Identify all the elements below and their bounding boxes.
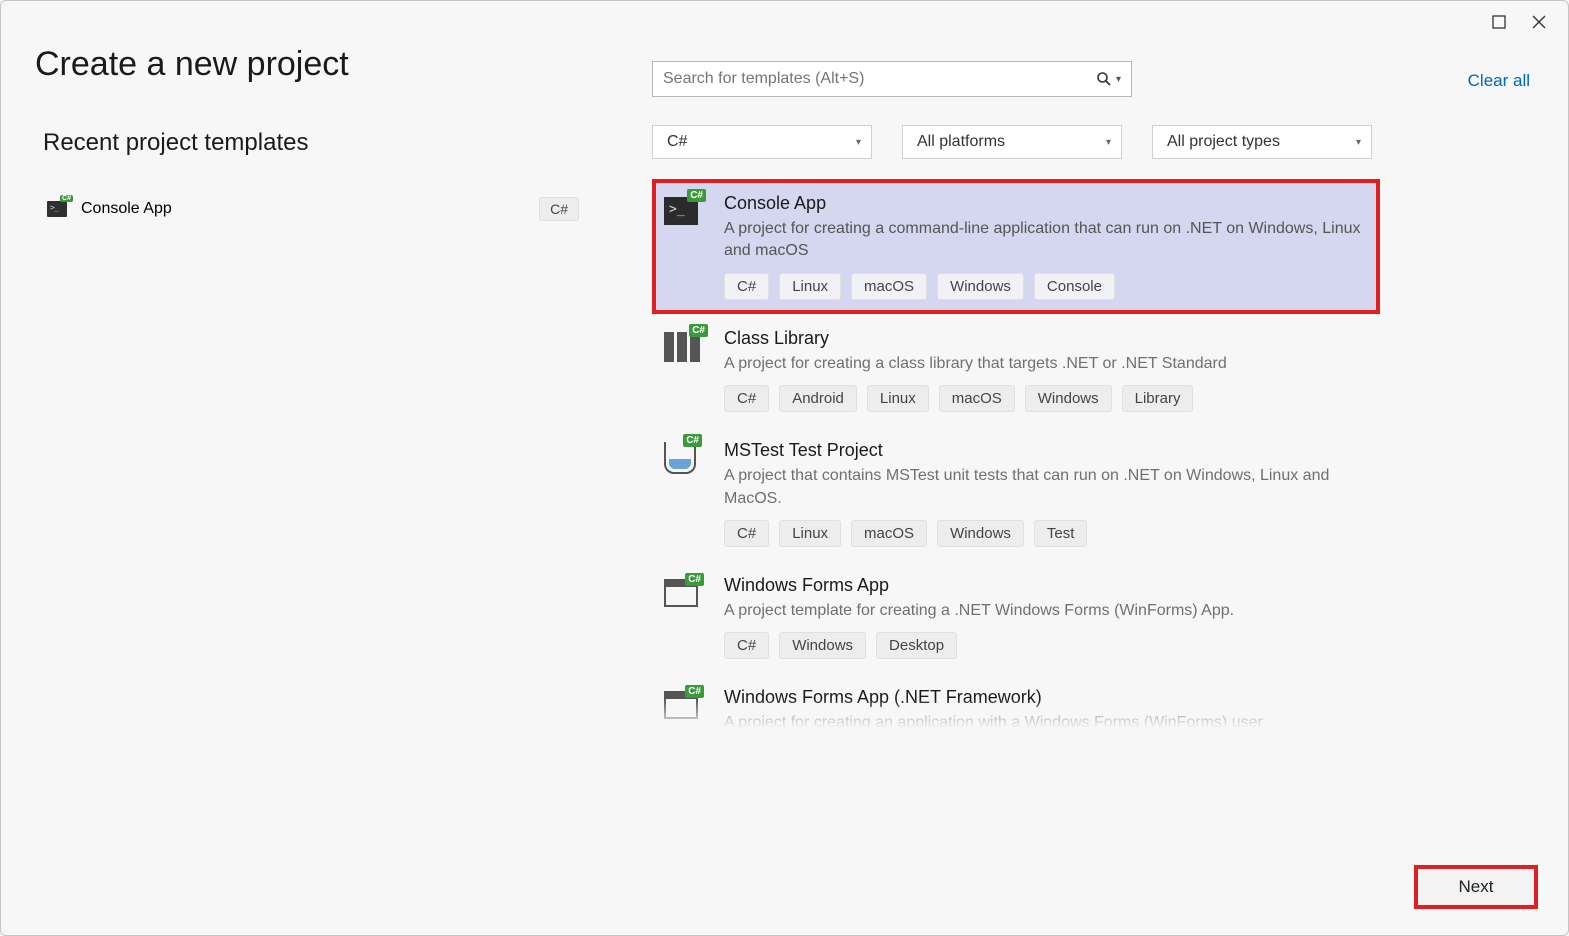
close-button[interactable] — [1528, 11, 1550, 33]
chevron-down-icon: ▾ — [1106, 137, 1111, 148]
template-tag: Linux — [779, 520, 841, 547]
filter-project-type-value: All project types — [1167, 133, 1280, 151]
template-title: Console App — [724, 193, 1368, 214]
console-app-icon: C# — [47, 201, 67, 217]
template-tags: C# Windows Desktop — [724, 632, 1368, 659]
template-description: A project that contains MSTest unit test… — [724, 465, 1368, 510]
template-tag: C# — [724, 385, 769, 412]
template-tag: Windows — [937, 273, 1024, 300]
template-tags: C# Linux macOS Windows Console — [724, 273, 1368, 300]
template-tag: Desktop — [876, 632, 957, 659]
template-tag: macOS — [939, 385, 1015, 412]
template-tag: Linux — [779, 273, 841, 300]
chevron-down-icon: ▾ — [856, 137, 861, 148]
template-title: Windows Forms App (.NET Framework) — [724, 687, 1368, 708]
template-title: MSTest Test Project — [724, 440, 1368, 461]
page-title: Create a new project — [35, 45, 349, 84]
template-item[interactable]: C# MSTest Test Project A project that cont… — [652, 426, 1380, 561]
template-description: A project for creating a command-line ap… — [724, 218, 1368, 263]
chevron-down-icon: ▾ — [1356, 137, 1361, 148]
chevron-down-icon: ▾ — [1116, 74, 1121, 85]
close-icon — [1532, 15, 1546, 29]
template-tag: Library — [1122, 385, 1194, 412]
search-icon[interactable]: ▾ — [1096, 71, 1131, 87]
template-description: A project for creating a class library t… — [724, 353, 1368, 375]
template-tag: macOS — [851, 273, 927, 300]
template-tag: macOS — [851, 520, 927, 547]
filter-language-dropdown[interactable]: C# ▾ — [652, 125, 872, 159]
recent-templates-heading: Recent project templates — [43, 129, 308, 157]
filter-platform-value: All platforms — [917, 133, 1005, 151]
template-tag: C# — [724, 273, 769, 300]
template-tag: Android — [779, 385, 857, 412]
template-tag: Console — [1034, 273, 1115, 300]
template-item[interactable]: C# Windows Forms App (.NET Framework) A pr… — [652, 673, 1380, 729]
template-tag: C# — [724, 520, 769, 547]
template-tags: C# Linux macOS Windows Test — [724, 520, 1368, 547]
filter-platform-dropdown[interactable]: All platforms ▾ — [902, 125, 1122, 159]
template-item[interactable]: C# Console App A project for creating a co… — [652, 179, 1380, 314]
template-tag: Windows — [937, 520, 1024, 547]
winform-icon: C# — [664, 575, 704, 615]
clear-all-link[interactable]: Clear all — [1468, 71, 1530, 91]
template-tags: C# Android Linux macOS Windows Library — [724, 385, 1368, 412]
template-tag: Linux — [867, 385, 929, 412]
recent-template-language-badge: C# — [539, 197, 579, 221]
test-icon: C# — [664, 440, 704, 480]
search-templates-input-wrap[interactable]: ▾ — [652, 61, 1132, 97]
recent-template-item[interactable]: C# Console App C# — [43, 189, 583, 229]
console-icon: C# — [664, 193, 704, 233]
filter-project-type-dropdown[interactable]: All project types ▾ — [1152, 125, 1372, 159]
search-templates-input[interactable] — [653, 70, 1096, 88]
filter-language-value: C# — [667, 133, 687, 151]
template-tag: Windows — [1025, 385, 1112, 412]
recent-templates-list: C# Console App C# — [43, 189, 583, 229]
template-tag: Windows — [779, 632, 866, 659]
template-item[interactable]: C# Windows Forms App A project template fo… — [652, 561, 1380, 673]
template-title: Class Library — [724, 328, 1368, 349]
template-item[interactable]: C# Class Library A project for creating a … — [652, 314, 1380, 426]
template-tag: Test — [1034, 520, 1088, 547]
maximize-button[interactable] — [1488, 11, 1510, 33]
next-button-label: Next — [1459, 877, 1494, 897]
template-description: A project template for creating a .NET W… — [724, 600, 1368, 622]
winform-icon: C# — [664, 687, 704, 727]
maximize-icon — [1492, 15, 1506, 29]
library-icon: C# — [664, 328, 704, 368]
template-title: Windows Forms App — [724, 575, 1368, 596]
template-tag: C# — [724, 632, 769, 659]
next-button[interactable]: Next — [1414, 865, 1538, 909]
template-list: C# Console App A project for creating a co… — [652, 179, 1380, 729]
recent-template-name: Console App — [81, 200, 172, 218]
template-description: A project for creating an application wi… — [724, 712, 1368, 729]
